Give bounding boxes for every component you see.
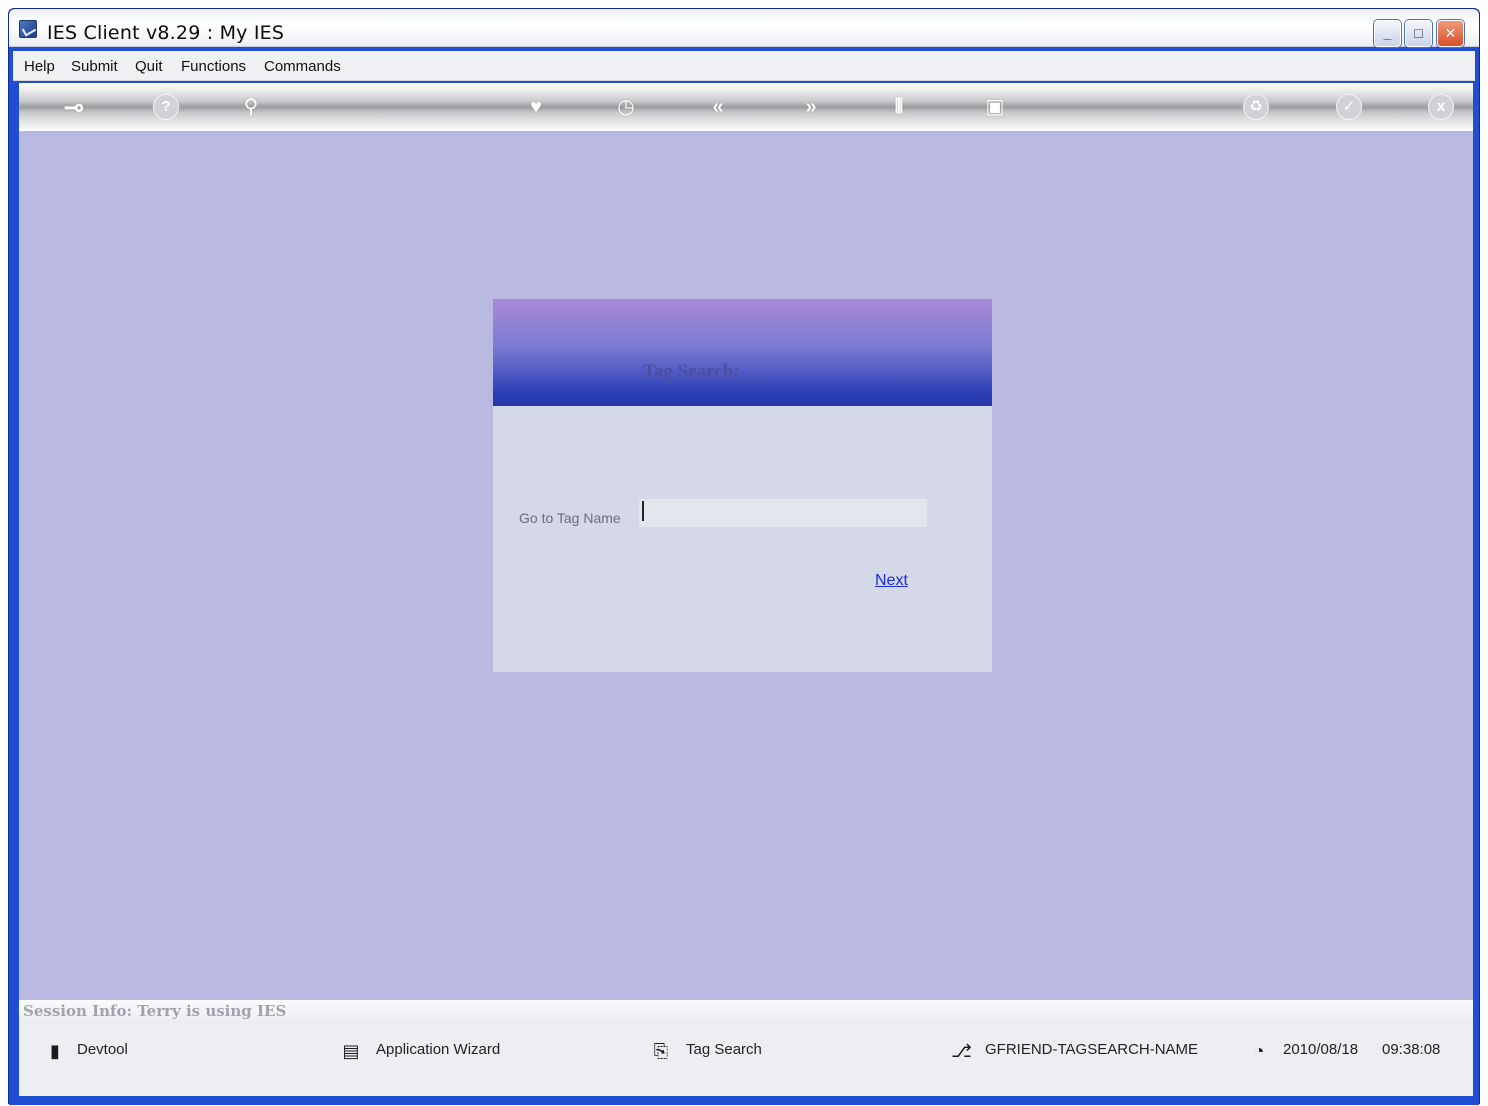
tag-search-icon[interactable]: ⎘ [651,1041,671,1061]
menu-help[interactable]: Help [24,58,55,75]
key-icon[interactable]: ⊸ [49,93,99,121]
app-window: IES Client v8.29 : My IES _ □ ✕ Help Sub… [8,8,1480,1105]
main-content: Tag Search: Go to Tag Name Next [19,131,1473,1000]
check-icon[interactable]: ✓ [1336,94,1362,120]
back-icon[interactable]: « [704,93,732,121]
clock-icon[interactable]: ◷ [612,93,640,121]
dialog-header: Tag Search: [493,299,992,406]
window-title: IES Client v8.29 : My IES [47,22,285,44]
menu-bar: Help Submit Quit Functions Commands [13,51,1475,81]
function-icon: ⎇ [951,1041,972,1061]
dialog-title: Tag Search: [643,361,740,382]
next-link[interactable]: Next [875,572,908,590]
function-code: GFRIEND-TAGSEARCH-NAME [985,1041,1199,1058]
chip-icon[interactable]: ▣ [981,93,1009,121]
maximize-button[interactable]: □ [1405,20,1432,47]
menu-functions[interactable]: Functions [181,58,246,75]
close-icon[interactable]: x [1428,94,1454,120]
application-wizard-icon[interactable]: ▤ [341,1041,361,1061]
menu-commands[interactable]: Commands [264,58,341,75]
session-info-bar: Session Info: Terry is using IES [19,1000,1473,1022]
app-icon [19,20,37,38]
minimize-button[interactable]: _ [1374,20,1401,47]
close-window-button[interactable]: ✕ [1437,20,1464,47]
toolbar: ⊸ ? ⚲ ♥ ◷ « » ⫴ ▣ ♻ ✓ x [19,83,1473,131]
status-date: 2010/08/18 [1283,1041,1359,1058]
devtool-label[interactable]: Devtool [77,1041,128,1058]
clock-status-icon: ◔ [1253,1041,1265,1061]
tag-search-dialog: Tag Search: Go to Tag Name Next [493,299,992,672]
session-info: Session Info: Terry is using IES [23,1002,287,1020]
title-bar[interactable]: IES Client v8.29 : My IES _ □ ✕ [9,9,1479,47]
heart-icon[interactable]: ♥ [522,93,550,121]
recycle-icon[interactable]: ♻ [1243,94,1269,120]
search-icon[interactable]: ⚲ [237,93,265,121]
menu-quit[interactable]: Quit [135,58,163,75]
window-bottom-border [9,1096,1479,1105]
text-cursor [642,501,644,521]
status-time: 09:38:08 [1382,1041,1441,1058]
forward-icon[interactable]: » [797,93,825,121]
menu-submit[interactable]: Submit [71,58,118,75]
devtool-icon[interactable]: ▮ [45,1041,65,1061]
tools-icon[interactable]: ⫴ [885,93,913,121]
application-wizard-label[interactable]: Application Wizard [376,1041,500,1058]
tag-name-input[interactable] [639,499,927,527]
tag-search-label[interactable]: Tag Search [686,1041,762,1058]
help-icon[interactable]: ? [153,94,179,120]
status-bar: ▮ Devtool ▤ Application Wizard ⎘ Tag Sea… [19,1022,1473,1096]
tag-name-label: Go to Tag Name [519,510,621,526]
